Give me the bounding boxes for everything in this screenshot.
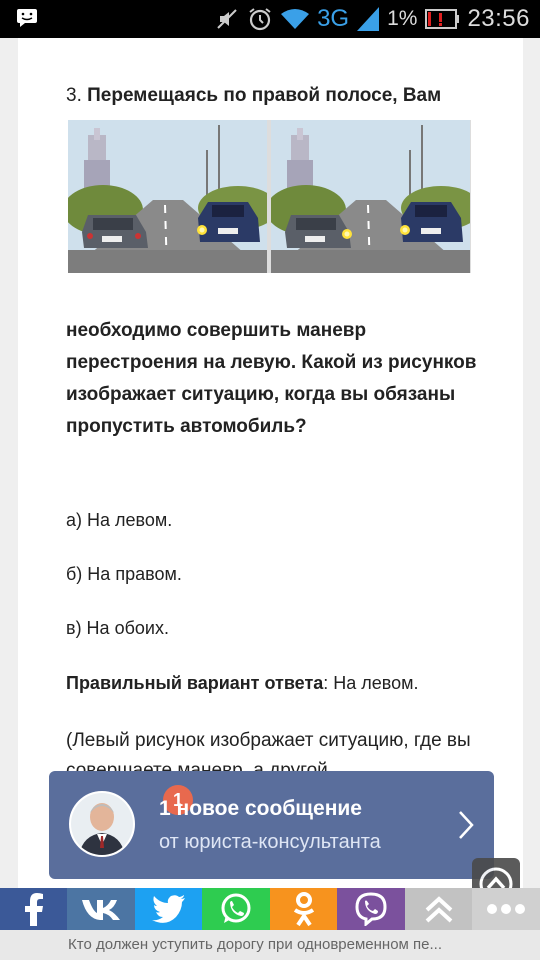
viber-icon [355,892,387,926]
answer-option-c: в) На обоих. [66,618,169,638]
more-icon [487,904,525,914]
share-viber-button[interactable] [337,888,405,930]
notification-subtitle: от юриста-консультанта [159,831,381,853]
alarm-icon [249,8,271,31]
article-page: 3. Перемещаясь по правой полосе, Вам нео… [18,38,523,888]
status-bar: 3G 1% 23:56 [0,0,540,38]
share-whatsapp-button[interactable] [202,888,270,930]
answer-option-b: б) На правом. [66,564,182,584]
facebook-icon [24,893,43,926]
correct-answer-label: Правильный вариант ответа [66,673,324,693]
question-illustration [68,120,471,273]
signal-icon [357,7,380,31]
message-icon [17,9,37,27]
question-heading: 3. Перемещаясь по правой полосе, Вам [66,82,486,110]
correct-answer-value: : На левом. [323,673,419,693]
share-twitter-button[interactable] [135,888,202,930]
share-more-button[interactable] [472,888,540,930]
share-vk-button[interactable] [67,888,135,930]
chevron-right-icon[interactable] [456,809,476,841]
battery-icon [425,9,460,29]
wifi-icon [281,9,310,29]
road-photo-left [68,120,267,273]
whatsapp-icon [221,893,251,923]
clock: 23:56 [467,5,530,32]
question-start: Перемещаясь по правой полосе, Вам [87,85,442,106]
next-article-link[interactable]: Кто должен уступить дорогу при одновреме… [0,930,540,960]
chevrons-up-icon [425,896,452,923]
answer-option-a: а) На левом. [66,510,173,530]
share-odnoklassniki-button[interactable] [270,888,337,930]
correct-answer: Правильный вариант ответа: На левом. [66,673,419,694]
road-photo-right [271,120,470,273]
network-type: 3G [317,5,350,32]
share-collapse-button[interactable] [405,888,472,930]
consultant-message-popup[interactable]: 1 1 новое сообщение от юриста-консультан… [49,771,494,879]
question-number: 3. [66,85,82,106]
mute-icon [217,9,237,29]
share-bar [0,888,540,930]
avatar [69,791,135,857]
question-text: необходимо совершить маневр перестроения… [66,320,477,437]
battery-percent: 1% [387,7,418,30]
share-facebook-button[interactable] [0,888,67,930]
vk-icon [82,900,120,920]
odnoklassniki-icon [293,892,314,927]
notification-title: 1 новое сообщение [159,797,362,820]
twitter-icon [151,895,185,923]
